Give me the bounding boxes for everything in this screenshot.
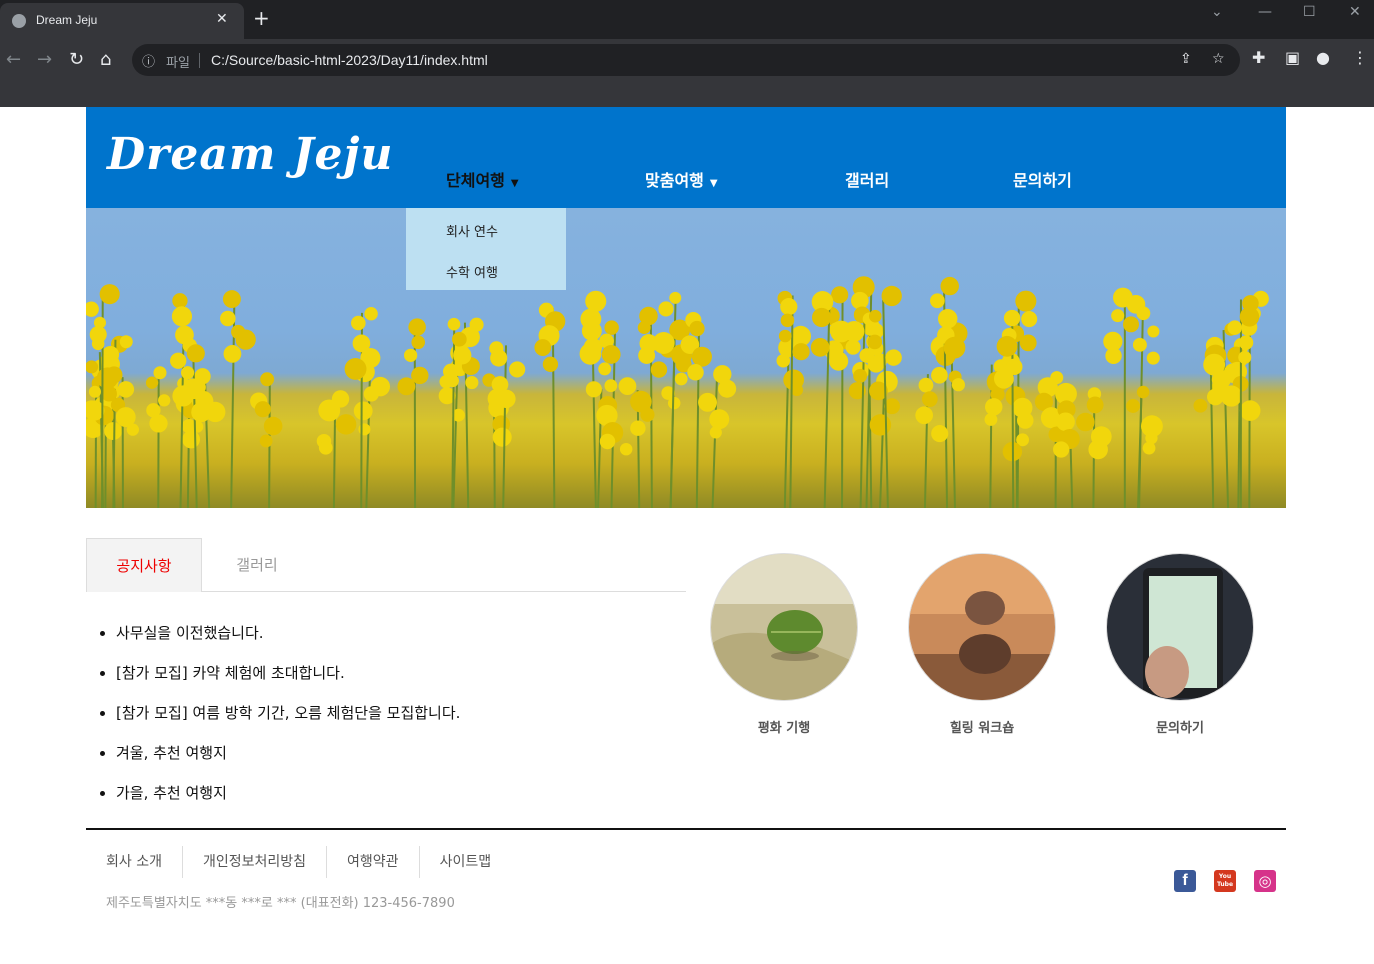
menu-label: 문의하기: [1013, 171, 1072, 190]
group-tour-dropdown: 회사 연수 수학 여행: [406, 208, 566, 290]
profile-icon[interactable]: ●: [1316, 48, 1330, 67]
menu-label: 단체여행: [446, 171, 505, 190]
minimize-icon[interactable]: —: [1258, 4, 1272, 20]
browser-toolbar: ← → ↻ ⌂ ⓘ 파일 C:/Source/basic-html-2023/D…: [0, 39, 1374, 107]
menu-custom-tour[interactable]: 맞춤여행 ▼: [645, 167, 718, 191]
forward-icon[interactable]: →: [37, 49, 52, 70]
site-header: Dream Jeju 단체여행 ▼ 맞춤여행 ▼ 갤러리 문의하기 회사 연수 수학…: [86, 107, 1286, 290]
back-icon[interactable]: ←: [6, 49, 21, 70]
list-item[interactable]: [참가 모집] 카약 체험에 초대합니다.: [116, 663, 460, 703]
card-caption: 평화 기행: [757, 721, 811, 736]
browser-tab[interactable]: Dream Jeju ✕: [0, 3, 244, 39]
canola-flowers-illustration: [86, 276, 1269, 508]
address-bar[interactable]: ⓘ 파일 C:/Source/basic-html-2023/Day11/ind…: [132, 44, 1240, 76]
site-label: 파일: [166, 55, 190, 70]
healing-workshop-card[interactable]: 힐링 워크숍: [908, 553, 1056, 736]
maximize-icon[interactable]: ☐: [1303, 4, 1316, 20]
page-container: Dream Jeju 단체여행 ▼ 맞춤여행 ▼ 갤러리 문의하기 회사 연수 수학…: [86, 107, 1286, 911]
facebook-icon[interactable]: f: [1174, 870, 1196, 892]
hero-image-canola-field: [86, 208, 1286, 508]
footer-link-sitemap[interactable]: 사이트맵: [420, 846, 512, 878]
list-item[interactable]: [참가 모집] 여름 방학 기간, 오름 체험단을 모집합니다.: [116, 703, 460, 743]
new-tab-button[interactable]: +: [253, 8, 270, 28]
tab-search-icon[interactable]: ⌄: [1211, 4, 1223, 20]
dropdown-item-company-training[interactable]: 회사 연수: [446, 221, 498, 240]
reload-icon[interactable]: ↻: [69, 49, 84, 70]
footer-link-privacy[interactable]: 개인정보처리방침: [183, 846, 328, 878]
bookmark-star-icon[interactable]: ☆: [1212, 51, 1225, 67]
card-caption: 힐링 워크숍: [949, 721, 1015, 736]
phone-dialer-image: [1106, 553, 1254, 701]
menu-icon[interactable]: ⋮: [1352, 48, 1368, 67]
share-icon[interactable]: ⇪: [1180, 51, 1192, 67]
extensions-icon[interactable]: ✚: [1252, 48, 1265, 67]
card-caption: 문의하기: [1156, 721, 1204, 736]
footer-link-terms[interactable]: 여행약관: [327, 846, 420, 878]
site-logo[interactable]: Dream Jeju: [107, 129, 393, 180]
tab-notices[interactable]: 공지사항: [86, 538, 202, 592]
tab-gallery[interactable]: 갤러리: [202, 538, 312, 592]
instagram-icon[interactable]: ◎: [1254, 870, 1276, 892]
browser-tabbar: Dream Jeju ✕ + ⌄ — ☐ ✕: [0, 0, 1374, 39]
url-text[interactable]: C:/Source/basic-html-2023/Day11/index.ht…: [211, 52, 488, 68]
tab-title: Dream Jeju: [36, 13, 98, 27]
info-icon[interactable]: ⓘ: [142, 51, 155, 70]
footer-link-about[interactable]: 회사 소개: [86, 846, 183, 878]
home-icon[interactable]: ⌂: [100, 49, 111, 70]
menu-gallery[interactable]: 갤러리: [845, 167, 889, 191]
omnibox-divider: [199, 53, 200, 68]
tab-close-icon[interactable]: ✕: [216, 11, 228, 27]
stacked-stones-image: [908, 553, 1056, 701]
menu-label: 맞춤여행: [645, 171, 704, 190]
list-item[interactable]: 가을, 추천 여행지: [116, 783, 460, 823]
site-footer: 회사 소개 개인정보처리방침 여행약관 사이트맵 제주도특별자치도 ***동 *…: [86, 828, 1286, 911]
peace-tour-card[interactable]: 평화 기행: [710, 553, 858, 736]
menu-label: 갤러리: [845, 171, 890, 190]
menu-contact[interactable]: 문의하기: [1013, 167, 1072, 191]
footer-links: 회사 소개 개인정보처리방침 여행약관 사이트맵: [86, 846, 511, 878]
window-close-icon[interactable]: ✕: [1349, 4, 1361, 20]
list-item[interactable]: 사무실을 이전했습니다.: [116, 623, 460, 663]
dropdown-item-school-trip[interactable]: 수학 여행: [446, 262, 498, 281]
footer-address: 제주도특별자치도 ***동 ***로 *** (대표전화) 123-456-78…: [106, 896, 455, 911]
side-panel-icon[interactable]: ▣: [1285, 48, 1300, 67]
notice-list: 사무실을 이전했습니다. [참가 모집] 카약 체험에 초대합니다. [참가 모…: [116, 623, 460, 823]
caret-down-icon: ▼: [709, 178, 718, 189]
caret-down-icon: ▼: [510, 178, 519, 189]
leaf-on-sand-image: [710, 553, 858, 701]
youtube-icon[interactable]: You Tube: [1214, 870, 1236, 892]
contact-card[interactable]: 문의하기: [1106, 553, 1254, 736]
content-tabs: 공지사항 갤러리: [86, 538, 686, 592]
globe-icon: [12, 14, 26, 28]
list-item[interactable]: 겨울, 추천 여행지: [116, 743, 460, 783]
menu-group-tour[interactable]: 단체여행 ▼: [446, 167, 519, 191]
